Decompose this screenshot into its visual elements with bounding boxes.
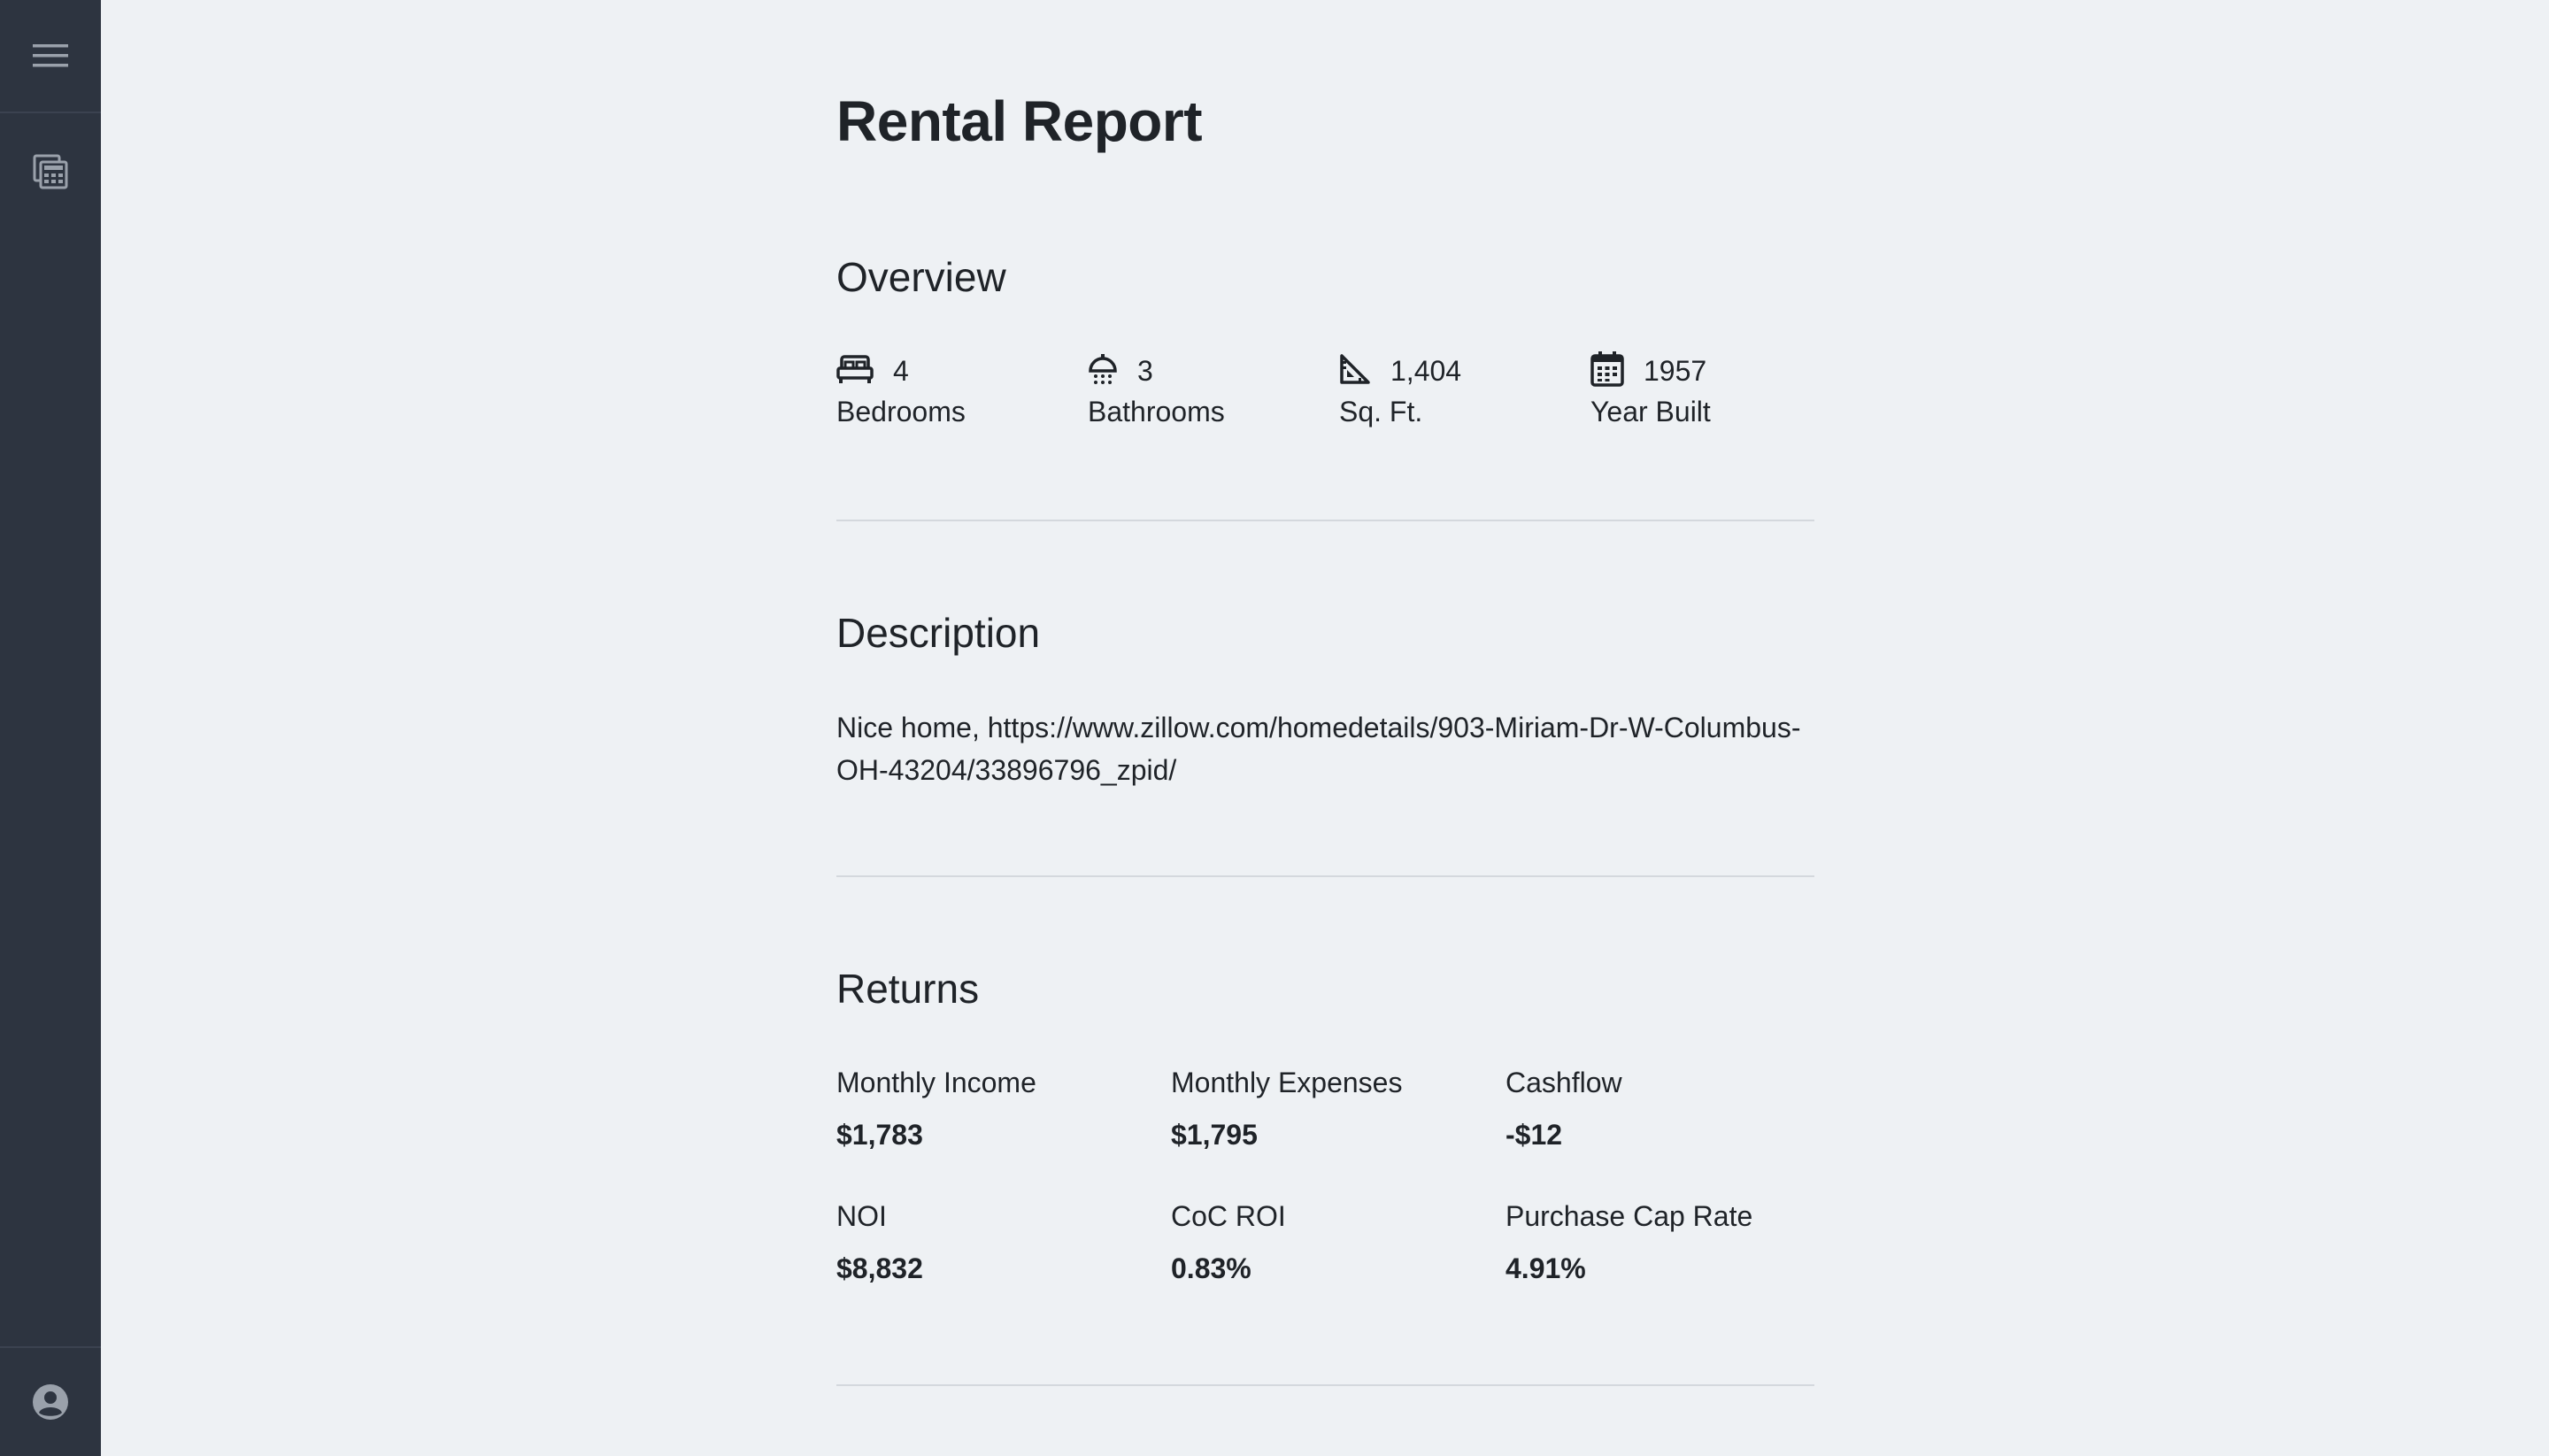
- cashflow-value: -$12: [1506, 1119, 1563, 1151]
- stat-bathrooms: 3 Bathrooms: [1088, 350, 1339, 428]
- noi-value: $8,832: [836, 1252, 923, 1284]
- bed-icon: [836, 354, 893, 389]
- description-heading: Description: [836, 610, 1041, 656]
- stat-sqft: 1,404 Sq. Ft.: [1339, 350, 1590, 428]
- description-divider: [836, 875, 1814, 877]
- metric-cashflow: Cashflow -$12: [1506, 1067, 1840, 1152]
- monthly-income-value: $1,783: [836, 1119, 923, 1151]
- menu-button[interactable]: [0, 0, 101, 113]
- overview-divider: [836, 520, 1814, 521]
- coc-roi-label: CoC ROI: [1171, 1200, 1286, 1232]
- metric-monthly-expenses: Monthly Expenses $1,795: [1171, 1067, 1506, 1152]
- monthly-expenses-label: Monthly Expenses: [1171, 1067, 1403, 1098]
- purchase-cap-rate-label: Purchase Cap Rate: [1506, 1200, 1753, 1232]
- metric-coc-roi: CoC ROI 0.83%: [1171, 1200, 1506, 1285]
- returns-divider: [836, 1384, 1814, 1386]
- shower-icon: [1088, 353, 1137, 389]
- calendar-icon: [1590, 351, 1644, 391]
- cashflow-label: Cashflow: [1506, 1067, 1622, 1098]
- calculator-icon: [33, 154, 68, 189]
- overview-heading: Overview: [836, 254, 1006, 300]
- calculator-nav-button[interactable]: [0, 136, 101, 207]
- account-icon: [31, 1383, 70, 1421]
- purchase-cap-rate-value: 4.91%: [1506, 1252, 1586, 1284]
- sqft-label: Sq. Ft.: [1339, 396, 1423, 428]
- menu-icon: [33, 42, 68, 69]
- account-button[interactable]: [0, 1346, 101, 1456]
- stat-bedrooms: 4 Bedrooms: [836, 350, 1088, 428]
- sqft-value: 1,404: [1390, 354, 1462, 387]
- metric-purchase-cap-rate: Purchase Cap Rate 4.91%: [1506, 1200, 1840, 1285]
- description-text: Nice home, https://www.zillow.com/homede…: [836, 712, 1801, 786]
- metric-monthly-income: Monthly Income $1,783: [836, 1067, 1171, 1152]
- monthly-income-label: Monthly Income: [836, 1067, 1036, 1098]
- ruler-triangle-icon: [1339, 353, 1390, 389]
- metric-noi: NOI $8,832: [836, 1200, 1171, 1285]
- page-title: Rental Report: [836, 89, 1203, 153]
- noi-label: NOI: [836, 1200, 887, 1232]
- monthly-expenses-value: $1,795: [1171, 1119, 1258, 1151]
- bedrooms-label: Bedrooms: [836, 396, 966, 428]
- coc-roi-value: 0.83%: [1171, 1252, 1251, 1284]
- returns-heading: Returns: [836, 966, 980, 1012]
- bathrooms-value: 3: [1137, 354, 1153, 387]
- stat-year-built: 1957 Year Built: [1590, 350, 1842, 428]
- bedrooms-value: 4: [893, 354, 909, 387]
- bathrooms-label: Bathrooms: [1088, 396, 1225, 428]
- year-built-value: 1957: [1644, 354, 1707, 387]
- year-built-label: Year Built: [1590, 396, 1711, 428]
- sidebar: [0, 0, 101, 1456]
